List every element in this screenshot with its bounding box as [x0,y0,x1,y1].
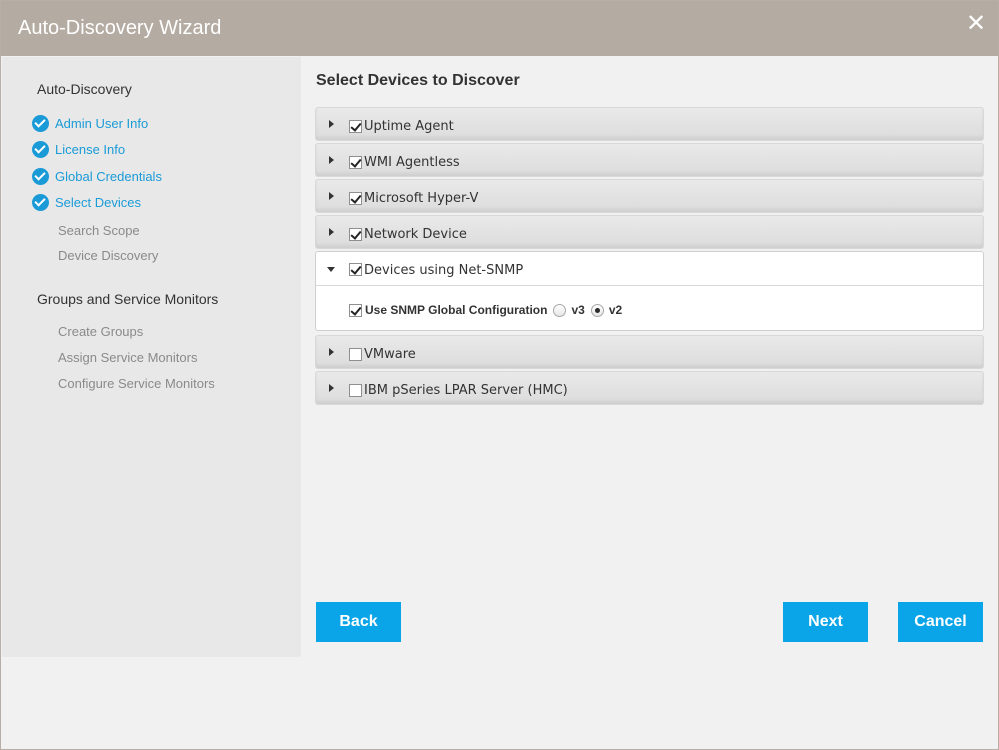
device-row-microsoft-hyper-v[interactable]: Microsoft Hyper-V [315,179,984,213]
chevron-right-icon [329,192,334,200]
device-checkbox[interactable] [349,384,362,397]
chevron-right-icon [329,228,334,236]
wizard-window: Auto-Discovery Wizard ✕ Auto-Discovery A… [0,0,999,750]
step-label: Select Devices [55,194,141,210]
step-label: Global Credentials [55,168,162,184]
snmp-config-row: Use SNMP Global Configuration v3 v2 [349,302,622,318]
device-checkbox[interactable] [349,156,362,169]
check-circle-icon [32,140,49,158]
chevron-right-icon [329,348,334,356]
device-label: Network Device [364,227,467,242]
device-panel-net-snmp: Devices using Net-SNMP Use SNMP Global C… [315,251,984,331]
radio-v3[interactable] [553,303,567,317]
substep-device-discovery: Device Discovery [58,248,159,263]
next-button[interactable]: Next [783,602,868,642]
radio-v3-label: v3 [571,303,585,317]
substep-assign-service-monitors: Assign Service Monitors [58,350,198,365]
device-row-wmi-agentless[interactable]: WMI Agentless [315,143,984,177]
radio-v2-label: v2 [608,303,623,317]
window-title: Auto-Discovery Wizard [18,17,222,39]
sidebar-section-groups: Groups and Service Monitors [37,291,219,307]
device-row-uptime-agent[interactable]: Uptime Agent [315,107,984,141]
substep-search-scope: Search Scope [58,223,140,238]
chevron-down-icon [327,267,335,272]
device-row-vmware[interactable]: VMware [315,335,984,369]
step-select-devices[interactable]: Select Devices [32,192,141,212]
step-license-info[interactable]: License Info [32,139,125,159]
device-checkbox[interactable] [349,228,362,241]
chevron-right-icon [329,120,334,128]
sidebar-section-auto-discovery: Auto-Discovery [37,81,132,97]
device-label: Uptime Agent [364,119,454,134]
step-global-credentials[interactable]: Global Credentials [32,166,162,186]
device-label: VMware [364,347,416,362]
close-icon[interactable]: ✕ [964,9,988,37]
use-snmp-global-config-label: Use SNMP Global Configuration [365,303,548,317]
page-title: Select Devices to Discover [316,72,520,89]
device-checkbox[interactable] [349,192,362,205]
title-bar: Auto-Discovery Wizard ✕ [1,1,998,56]
device-checkbox[interactable] [349,348,362,361]
check-circle-icon [32,114,49,132]
chevron-right-icon [329,156,334,164]
radio-v2[interactable] [590,303,604,317]
device-row-ibm-pseries[interactable]: IBM pSeries LPAR Server (HMC) [315,371,984,405]
device-label: Microsoft Hyper-V [364,191,479,206]
device-checkbox[interactable] [349,263,362,276]
device-label: WMI Agentless [364,155,460,170]
back-button[interactable]: Back [316,602,401,642]
device-checkbox[interactable] [349,120,362,133]
check-circle-icon [32,167,49,185]
step-admin-user-info[interactable]: Admin User Info [32,113,148,133]
device-label: IBM pSeries LPAR Server (HMC) [364,383,568,398]
substep-configure-service-monitors: Configure Service Monitors [58,376,215,391]
cancel-button[interactable]: Cancel [898,602,983,642]
chevron-right-icon [329,384,334,392]
device-row-net-snmp[interactable]: Devices using Net-SNMP [316,252,983,286]
step-label: License Info [55,141,126,157]
sidebar: Auto-Discovery Admin User Info License I… [2,57,301,657]
use-snmp-global-config-checkbox[interactable] [349,303,362,317]
device-row-network-device[interactable]: Network Device [315,215,984,249]
device-label: Devices using Net-SNMP [364,263,524,278]
step-label: Admin User Info [55,115,149,131]
check-circle-icon [32,193,49,211]
substep-create-groups: Create Groups [58,324,144,339]
